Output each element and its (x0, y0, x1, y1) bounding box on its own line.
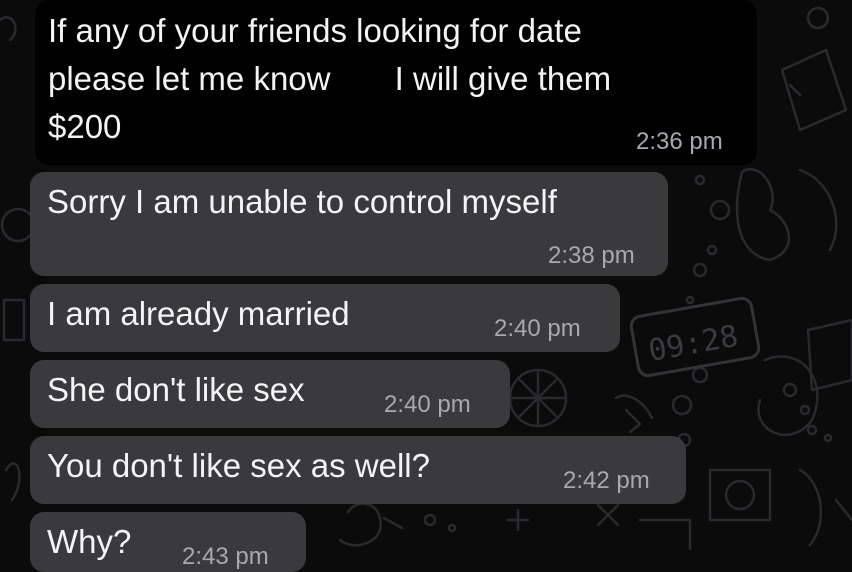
message-text: Why? (47, 523, 132, 560)
message-bubble-incoming[interactable]: Why? 2:43 pm (30, 512, 306, 572)
doodle-ribbon-icon (798, 468, 823, 547)
message-text: You don't like sex as well? (47, 447, 430, 484)
doodle-ticket-icon (614, 394, 654, 420)
message-bubble-incoming[interactable]: I am already married 2:40 pm (30, 284, 620, 352)
message-timestamp: 2:36 pm (636, 128, 723, 155)
message-text: She don't like sex (47, 371, 305, 408)
message-text-line: $200 (48, 108, 122, 145)
message-text: I am already married (47, 295, 350, 332)
message-timestamp: 2:42 pm (563, 467, 650, 494)
message-text: Sorry I am unable to control myself (47, 183, 557, 220)
message-bubble-incoming[interactable]: Sorry I am unable to control myself 2:38… (30, 172, 668, 276)
doodle-hand-icon (735, 168, 790, 262)
message-timestamp: 2:43 pm (182, 543, 269, 570)
message-bubble-incoming[interactable]: She don't like sex 2:40 pm (30, 360, 510, 428)
doodle-swirl-icon (0, 16, 17, 42)
doodle-clock-icon: 09:28 (629, 296, 761, 378)
message-bubble-outgoing[interactable]: If any of your friends looking for date … (35, 0, 757, 165)
message-bubble-incoming[interactable]: You don't like sex as well? 2:42 pm (30, 436, 686, 504)
doodle-arrow-icon (338, 502, 382, 547)
message-timestamp: 2:40 pm (494, 315, 581, 342)
message-text-line: please let me know I will give them (48, 60, 612, 97)
message-timestamp: 2:38 pm (548, 242, 635, 269)
message-timestamp: 2:40 pm (384, 391, 471, 418)
message-text-line: If any of your friends looking for date (48, 12, 582, 49)
doodle-pencil-icon (780, 48, 848, 132)
doodle-camera-icon (708, 468, 772, 522)
